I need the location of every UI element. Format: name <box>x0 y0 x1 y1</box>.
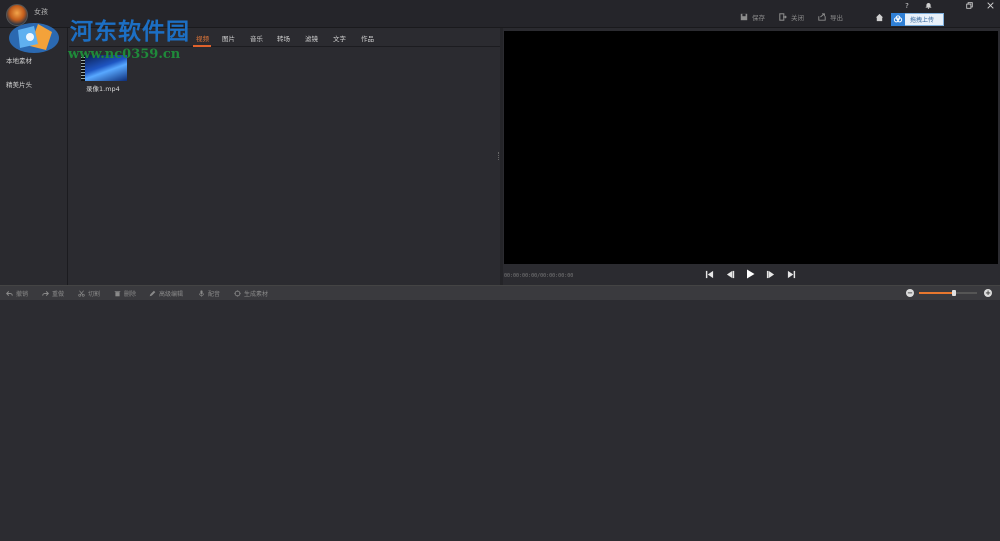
active-tab-indicator <box>193 45 211 47</box>
timeline-zoom-control: − + <box>906 289 992 298</box>
trash-icon <box>114 291 121 297</box>
export-icon <box>818 13 826 21</box>
generate-material-button[interactable]: 生成素材 <box>234 289 268 298</box>
skip-to-end-button[interactable] <box>785 268 797 280</box>
zoom-slider[interactable] <box>919 290 977 296</box>
play-button[interactable] <box>744 268 756 280</box>
delete-label: 删除 <box>124 291 137 298</box>
skip-start-icon <box>705 270 713 278</box>
save-icon <box>740 13 748 21</box>
skip-to-start-button[interactable] <box>703 268 715 280</box>
microphone-icon <box>199 290 204 297</box>
cut-label: 切割 <box>88 291 101 298</box>
export-button[interactable]: 导出 <box>818 12 843 22</box>
minus-icon: − <box>907 289 913 297</box>
bell-icon <box>925 3 931 9</box>
undo-button[interactable]: 撤销 <box>6 289 28 298</box>
export-label: 导出 <box>830 14 843 22</box>
scissors-icon <box>78 290 85 297</box>
sidebar-item-intro-templates[interactable]: 精美片头 <box>6 79 32 89</box>
tab-music[interactable]: 音乐 <box>250 33 263 43</box>
restore-icon <box>965 2 973 9</box>
splitter-grip[interactable] <box>498 152 499 160</box>
project-actions: 保存 关闭 导出 <box>740 12 843 22</box>
save-label: 保存 <box>752 14 765 22</box>
help-icon: ? <box>905 1 909 10</box>
undo-icon <box>6 291 13 296</box>
next-frame-button[interactable] <box>764 268 776 280</box>
step-forward-icon <box>766 270 774 278</box>
title-bar: 女孩 保存 关闭 导出 拖拽上传 ? <box>0 0 1000 28</box>
plus-icon: + <box>985 289 991 297</box>
user-avatar[interactable] <box>6 4 28 26</box>
generate-icon <box>234 290 241 297</box>
save-button[interactable]: 保存 <box>740 12 765 22</box>
preview-panel: 00:00:00:00/00:00:00:00 <box>503 28 1000 285</box>
media-tabs: 视频 图片 音乐 转场 滤镜 文字 作品 <box>69 28 500 47</box>
material-sidebar: 本地素材 精美片头 <box>0 28 68 285</box>
close-project-button[interactable]: 关闭 <box>779 12 804 22</box>
notification-button[interactable] <box>921 1 935 10</box>
media-library-panel: 视频 图片 音乐 转场 滤镜 文字 作品 录像1.mp4 <box>69 28 500 285</box>
dubbing-button[interactable]: 配音 <box>198 289 220 298</box>
redo-icon <box>42 291 49 296</box>
zoom-slider-fill <box>919 292 954 294</box>
redo-label: 重做 <box>52 291 65 298</box>
close-project-icon <box>779 13 787 21</box>
zoom-out-button[interactable]: − <box>906 289 914 297</box>
generate-material-label: 生成素材 <box>244 291 269 298</box>
previous-frame-button[interactable] <box>724 268 736 280</box>
dubbing-label: 配音 <box>208 291 221 298</box>
video-preview-screen[interactable] <box>504 31 998 264</box>
close-icon <box>986 2 994 9</box>
close-project-label: 关闭 <box>791 14 804 22</box>
play-icon <box>747 269 755 279</box>
restore-button[interactable] <box>962 1 976 10</box>
close-window-button[interactable] <box>983 1 997 10</box>
undo-label: 撤销 <box>16 291 29 298</box>
drag-upload-button[interactable]: 拖拽上传 <box>891 12 944 26</box>
sidebar-item-local-material[interactable]: 本地素材 <box>6 55 32 65</box>
redo-button[interactable]: 重做 <box>42 289 64 298</box>
cloud-icon <box>891 12 905 26</box>
advanced-edit-button[interactable]: 高级编辑 <box>149 289 183 298</box>
help-button[interactable]: ? <box>900 1 914 10</box>
upload-label: 拖拽上传 <box>910 17 935 24</box>
zoom-in-button[interactable]: + <box>984 289 992 297</box>
media-file-name: 录像1.mp4 <box>86 85 120 93</box>
tab-transition[interactable]: 转场 <box>277 33 290 43</box>
tab-image[interactable]: 图片 <box>222 33 235 43</box>
skip-end-icon <box>787 270 795 278</box>
timeline-area[interactable] <box>0 300 1000 541</box>
tab-text[interactable]: 文字 <box>333 33 346 43</box>
playback-timecode: 00:00:00:00/00:00:00:00 <box>504 273 574 279</box>
media-thumbnail[interactable] <box>81 55 127 81</box>
cut-button[interactable]: 切割 <box>78 289 100 298</box>
delete-button[interactable]: 删除 <box>114 289 136 298</box>
cloud-home-icon[interactable] <box>875 13 884 22</box>
username: 女孩 <box>34 8 48 16</box>
pencil-icon <box>149 290 156 297</box>
tab-works[interactable]: 作品 <box>361 33 374 43</box>
edit-toolbar: 撤销 重做 切割 删除 高级编辑 配音 生成素材 − + <box>0 285 1000 300</box>
advanced-edit-label: 高级编辑 <box>159 291 184 298</box>
tab-filter[interactable]: 滤镜 <box>305 33 318 43</box>
tab-video[interactable]: 视频 <box>196 33 209 43</box>
zoom-slider-handle[interactable] <box>951 290 956 296</box>
step-back-icon <box>726 270 734 278</box>
film-strip-icon <box>81 55 85 81</box>
